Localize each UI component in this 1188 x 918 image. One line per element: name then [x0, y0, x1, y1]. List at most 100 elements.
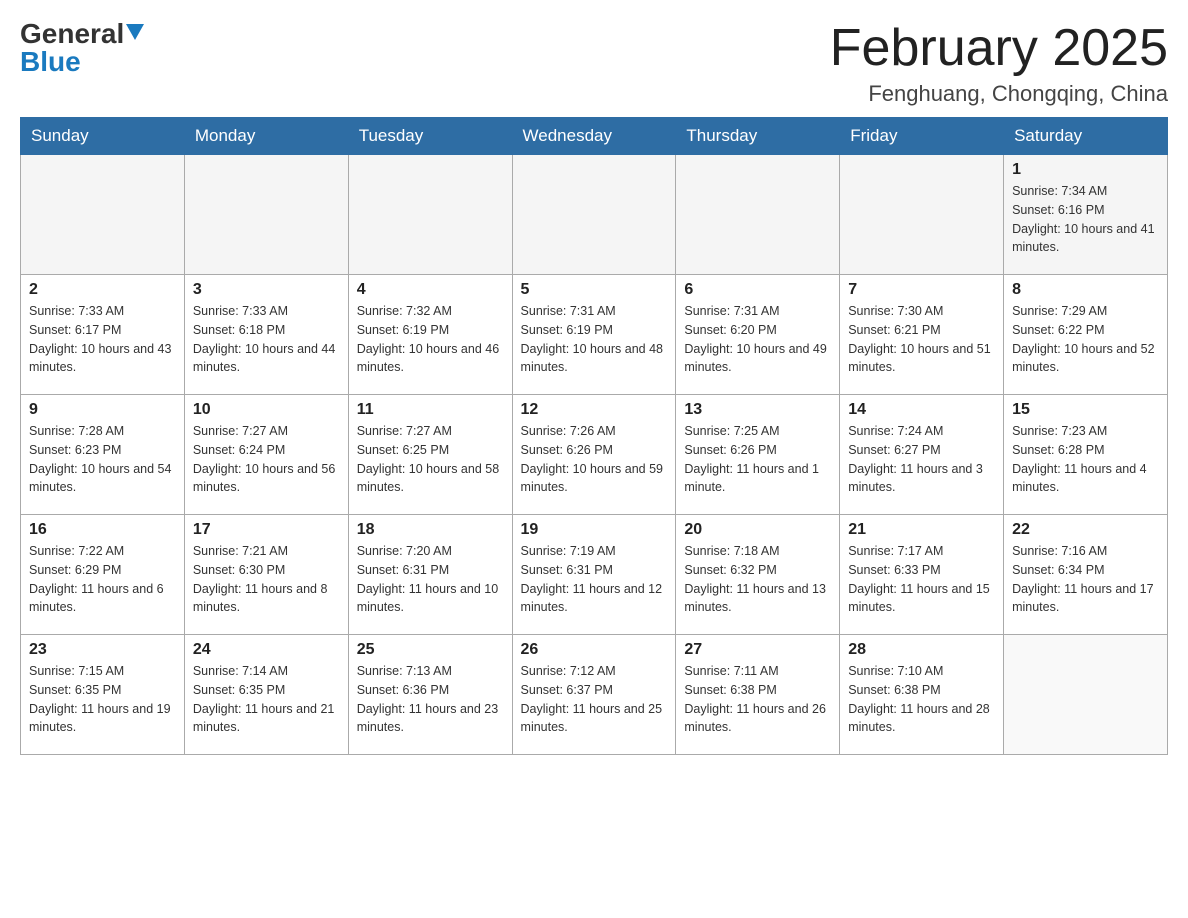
- calendar-cell: 14 Sunrise: 7:24 AM Sunset: 6:27 PM Dayli…: [840, 395, 1004, 515]
- calendar-cell: 28 Sunrise: 7:10 AM Sunset: 6:38 PM Dayli…: [840, 635, 1004, 755]
- calendar-cell: 8 Sunrise: 7:29 AM Sunset: 6:22 PM Daylig…: [1004, 275, 1168, 395]
- calendar-cell: 11 Sunrise: 7:27 AM Sunset: 6:25 PM Dayli…: [348, 395, 512, 515]
- day-number: 12: [521, 401, 668, 419]
- day-info: Sunrise: 7:29 AM Sunset: 6:22 PM Dayligh…: [1012, 302, 1159, 377]
- day-number: 1: [1012, 161, 1159, 179]
- day-info: Sunrise: 7:31 AM Sunset: 6:20 PM Dayligh…: [684, 302, 831, 377]
- day-info: Sunrise: 7:10 AM Sunset: 6:38 PM Dayligh…: [848, 662, 995, 737]
- calendar-cell: 6 Sunrise: 7:31 AM Sunset: 6:20 PM Daylig…: [676, 275, 840, 395]
- calendar-cell: 19Sunrise: 7:19 AM Sunset: 6:31 PM Dayli…: [512, 515, 676, 635]
- day-info: Sunrise: 7:12 AM Sunset: 6:37 PM Dayligh…: [521, 662, 668, 737]
- logo-general: General: [20, 20, 124, 48]
- day-info: Sunrise: 7:14 AM Sunset: 6:35 PM Dayligh…: [193, 662, 340, 737]
- day-number: 26: [521, 641, 668, 659]
- header-thursday: Thursday: [676, 118, 840, 155]
- day-info: Sunrise: 7:32 AM Sunset: 6:19 PM Dayligh…: [357, 302, 504, 377]
- day-number: 27: [684, 641, 831, 659]
- header-saturday: Saturday: [1004, 118, 1168, 155]
- month-title: February 2025: [830, 20, 1168, 77]
- day-number: 4: [357, 281, 504, 299]
- calendar-cell: 1 Sunrise: 7:34 AM Sunset: 6:16 PM Daylig…: [1004, 155, 1168, 275]
- day-number: 28: [848, 641, 995, 659]
- day-number: 18: [357, 521, 504, 539]
- calendar-cell: [840, 155, 1004, 275]
- day-info: Sunrise: 7:26 AM Sunset: 6:26 PM Dayligh…: [521, 422, 668, 497]
- calendar-cell: 5Sunrise: 7:31 AM Sunset: 6:19 PM Daylig…: [512, 275, 676, 395]
- day-number: 10: [193, 401, 340, 419]
- day-info: Sunrise: 7:23 AM Sunset: 6:28 PM Dayligh…: [1012, 422, 1159, 497]
- day-info: Sunrise: 7:33 AM Sunset: 6:17 PM Dayligh…: [29, 302, 176, 377]
- calendar-cell: [1004, 635, 1168, 755]
- day-number: 6: [684, 281, 831, 299]
- header-wednesday: Wednesday: [512, 118, 676, 155]
- calendar-week-row: 23 Sunrise: 7:15 AM Sunset: 6:35 PM Dayli…: [21, 635, 1168, 755]
- calendar-cell: 18 Sunrise: 7:20 AM Sunset: 6:31 PM Dayli…: [348, 515, 512, 635]
- header-sunday: Sunday: [21, 118, 185, 155]
- calendar-cell: 22Sunrise: 7:16 AM Sunset: 6:34 PM Dayli…: [1004, 515, 1168, 635]
- day-info: Sunrise: 7:28 AM Sunset: 6:23 PM Dayligh…: [29, 422, 176, 497]
- calendar-week-row: 2 Sunrise: 7:33 AM Sunset: 6:17 PM Daylig…: [21, 275, 1168, 395]
- day-number: 13: [684, 401, 831, 419]
- day-info: Sunrise: 7:17 AM Sunset: 6:33 PM Dayligh…: [848, 542, 995, 617]
- day-number: 23: [29, 641, 176, 659]
- calendar-cell: [21, 155, 185, 275]
- day-number: 21: [848, 521, 995, 539]
- header-monday: Monday: [184, 118, 348, 155]
- day-number: 3: [193, 281, 340, 299]
- calendar-cell: 17 Sunrise: 7:21 AM Sunset: 6:30 PM Dayli…: [184, 515, 348, 635]
- calendar-week-row: 1 Sunrise: 7:34 AM Sunset: 6:16 PM Daylig…: [21, 155, 1168, 275]
- calendar-cell: [348, 155, 512, 275]
- calendar-cell: [184, 155, 348, 275]
- day-number: 11: [357, 401, 504, 419]
- calendar-cell: 9 Sunrise: 7:28 AM Sunset: 6:23 PM Daylig…: [21, 395, 185, 515]
- day-number: 24: [193, 641, 340, 659]
- calendar-cell: 7Sunrise: 7:30 AM Sunset: 6:21 PM Daylig…: [840, 275, 1004, 395]
- day-info: Sunrise: 7:11 AM Sunset: 6:38 PM Dayligh…: [684, 662, 831, 737]
- day-info: Sunrise: 7:27 AM Sunset: 6:24 PM Dayligh…: [193, 422, 340, 497]
- day-info: Sunrise: 7:22 AM Sunset: 6:29 PM Dayligh…: [29, 542, 176, 617]
- calendar-cell: 25 Sunrise: 7:13 AM Sunset: 6:36 PM Dayli…: [348, 635, 512, 755]
- title-block: February 2025 Fenghuang, Chongqing, Chin…: [830, 20, 1168, 107]
- calendar-cell: 12 Sunrise: 7:26 AM Sunset: 6:26 PM Dayli…: [512, 395, 676, 515]
- calendar-cell: [676, 155, 840, 275]
- day-info: Sunrise: 7:31 AM Sunset: 6:19 PM Dayligh…: [521, 302, 668, 377]
- calendar-cell: 10 Sunrise: 7:27 AM Sunset: 6:24 PM Dayli…: [184, 395, 348, 515]
- day-number: 8: [1012, 281, 1159, 299]
- calendar-cell: 4 Sunrise: 7:32 AM Sunset: 6:19 PM Daylig…: [348, 275, 512, 395]
- day-info: Sunrise: 7:34 AM Sunset: 6:16 PM Dayligh…: [1012, 182, 1159, 257]
- logo: General Blue: [20, 20, 144, 76]
- day-info: Sunrise: 7:33 AM Sunset: 6:18 PM Dayligh…: [193, 302, 340, 377]
- calendar-cell: 16 Sunrise: 7:22 AM Sunset: 6:29 PM Dayli…: [21, 515, 185, 635]
- day-info: Sunrise: 7:13 AM Sunset: 6:36 PM Dayligh…: [357, 662, 504, 737]
- day-info: Sunrise: 7:15 AM Sunset: 6:35 PM Dayligh…: [29, 662, 176, 737]
- day-info: Sunrise: 7:18 AM Sunset: 6:32 PM Dayligh…: [684, 542, 831, 617]
- day-number: 25: [357, 641, 504, 659]
- day-number: 7: [848, 281, 995, 299]
- calendar-cell: 24 Sunrise: 7:14 AM Sunset: 6:35 PM Dayli…: [184, 635, 348, 755]
- day-info: Sunrise: 7:20 AM Sunset: 6:31 PM Dayligh…: [357, 542, 504, 617]
- calendar-cell: 20 Sunrise: 7:18 AM Sunset: 6:32 PM Dayli…: [676, 515, 840, 635]
- day-info: Sunrise: 7:24 AM Sunset: 6:27 PM Dayligh…: [848, 422, 995, 497]
- calendar-cell: 23 Sunrise: 7:15 AM Sunset: 6:35 PM Dayli…: [21, 635, 185, 755]
- day-number: 2: [29, 281, 176, 299]
- day-number: 16: [29, 521, 176, 539]
- day-info: Sunrise: 7:27 AM Sunset: 6:25 PM Dayligh…: [357, 422, 504, 497]
- day-number: 14: [848, 401, 995, 419]
- day-number: 9: [29, 401, 176, 419]
- calendar-cell: 27 Sunrise: 7:11 AM Sunset: 6:38 PM Dayli…: [676, 635, 840, 755]
- day-info: Sunrise: 7:21 AM Sunset: 6:30 PM Dayligh…: [193, 542, 340, 617]
- calendar-week-row: 16 Sunrise: 7:22 AM Sunset: 6:29 PM Dayli…: [21, 515, 1168, 635]
- page-header: General Blue February 2025 Fenghuang, Ch…: [20, 20, 1168, 107]
- location-title: Fenghuang, Chongqing, China: [830, 81, 1168, 107]
- logo-triangle-icon: [126, 24, 144, 40]
- day-number: 20: [684, 521, 831, 539]
- day-number: 15: [1012, 401, 1159, 419]
- day-number: 17: [193, 521, 340, 539]
- calendar-cell: 26 Sunrise: 7:12 AM Sunset: 6:37 PM Dayli…: [512, 635, 676, 755]
- header-friday: Friday: [840, 118, 1004, 155]
- day-info: Sunrise: 7:16 AM Sunset: 6:34 PM Dayligh…: [1012, 542, 1159, 617]
- logo-blue: Blue: [20, 46, 81, 77]
- day-info: Sunrise: 7:19 AM Sunset: 6:31 PM Dayligh…: [521, 542, 668, 617]
- calendar-week-row: 9 Sunrise: 7:28 AM Sunset: 6:23 PM Daylig…: [21, 395, 1168, 515]
- calendar-table: Sunday Monday Tuesday Wednesday Thursday…: [20, 117, 1168, 755]
